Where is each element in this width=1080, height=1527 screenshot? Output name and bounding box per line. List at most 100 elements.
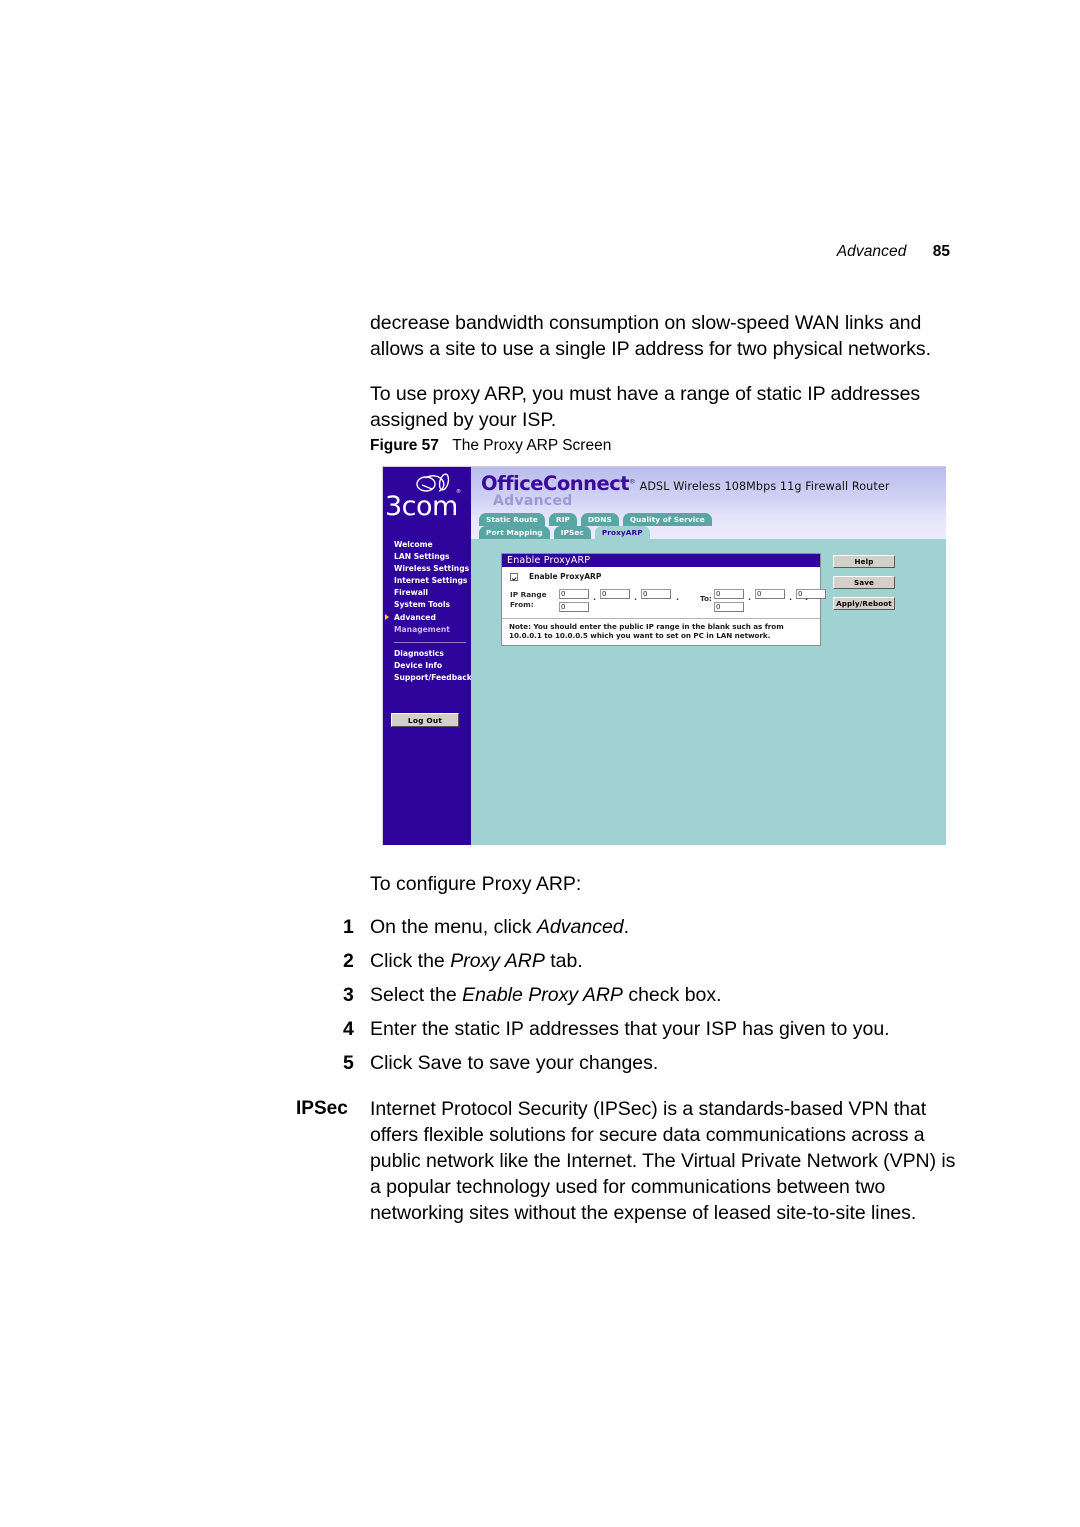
- step-number: 4: [343, 1018, 354, 1040]
- ip-to-octet-3[interactable]: 0: [796, 589, 826, 599]
- tab-quality-of-service[interactable]: Quality of Service: [622, 513, 712, 526]
- sidebar-item-internet-settings[interactable]: Internet Settings: [390, 575, 470, 587]
- tab-proxyarp[interactable]: ProxyARP: [594, 526, 650, 539]
- sidebar-item-label: Internet Settings: [394, 576, 468, 586]
- ip-from-octet-4[interactable]: 0: [559, 602, 589, 612]
- sidebar-item-firewall[interactable]: Firewall: [390, 587, 470, 599]
- enable-proxyarp-panel: Enable ProxyARP Enable ProxyARP IP Range…: [501, 553, 826, 646]
- tab-rip[interactable]: RIP: [549, 513, 577, 526]
- ip-from-octet-1[interactable]: 0: [559, 589, 589, 599]
- sidebar-item-label: Support/Feedback: [394, 672, 472, 682]
- sidebar-item-label: Advanced: [394, 612, 436, 622]
- paragraph-1: decrease bandwidth consumption on slow-s…: [370, 312, 931, 360]
- ip-range-from-label: IP Range From:: [510, 590, 547, 609]
- enable-proxyarp-checkbox[interactable]: [510, 572, 518, 581]
- selected-arrow-icon: [385, 614, 389, 621]
- product-name: OfficeConnect: [481, 472, 630, 495]
- ip-from-octet-2[interactable]: 0: [600, 589, 630, 599]
- tab-ddns[interactable]: DDNS: [580, 513, 619, 526]
- ip-to-octet-4[interactable]: 0: [714, 602, 744, 612]
- router-content-area: Enable ProxyARP Enable ProxyARP IP Range…: [471, 539, 946, 845]
- tab-row-2: Port Mapping IPSec ProxyARP: [479, 526, 919, 539]
- running-head-chapter: Advanced: [836, 243, 907, 260]
- sidebar-item-system-tools[interactable]: System Tools: [390, 599, 470, 611]
- tab-ipsec[interactable]: IPSec: [553, 526, 591, 539]
- sidebar-item-management[interactable]: Management: [390, 624, 470, 636]
- tab-port-mapping[interactable]: Port Mapping: [479, 526, 550, 539]
- sidebar-item-label: Welcome: [394, 540, 433, 549]
- enable-proxyarp-row[interactable]: Enable ProxyARP: [502, 570, 820, 583]
- trademark-mark: ®: [629, 477, 636, 486]
- step-text: Select the Enable Proxy ARP check box.: [370, 984, 722, 1006]
- ipsec-definition-block: IPSec Internet Protocol Security (IPSec)…: [296, 1096, 966, 1226]
- ipsec-term: IPSec: [296, 1098, 348, 1119]
- sidebar-item-label: Device Info: [394, 660, 443, 670]
- list-item: 1 On the menu, click Advanced.: [343, 915, 963, 939]
- sidebar-item-advanced[interactable]: Advanced: [385, 612, 470, 624]
- sidebar-item-diagnostics[interactable]: Diagnostics: [390, 648, 470, 660]
- router-nav-list: Welcome LAN Settings Wireless Settings I…: [385, 539, 472, 684]
- sidebar-item-label: Wireless Settings: [394, 564, 470, 574]
- list-item: 2 Click the Proxy ARP tab.: [343, 949, 963, 973]
- sidebar-item-label: Management: [394, 624, 450, 634]
- apply-reboot-button[interactable]: Apply/Reboot: [833, 597, 895, 610]
- step-text: Click Save to save your changes.: [370, 1052, 659, 1074]
- paragraph-2: To use proxy ARP, you must have a range …: [370, 383, 921, 431]
- sidebar-item-support-feedback[interactable]: Support/Feedback: [390, 672, 472, 684]
- router-sidebar: ® 3com Welcome LAN Settings Wireless Set…: [383, 467, 472, 845]
- ipsec-description: Internet Protocol Security (IPSec) is a …: [370, 1098, 956, 1224]
- sidebar-divider: [394, 641, 466, 643]
- tab-row-1: Static Route RIP DDNS Quality of Service: [479, 513, 919, 526]
- step-number: 2: [343, 950, 354, 972]
- sidebar-item-device-info[interactable]: Device Info: [390, 660, 470, 672]
- panel-body: Enable ProxyARP IP Range From: 0 . 0 . 0 …: [502, 567, 826, 645]
- figure-caption: Figure 57 The Proxy ARP Screen: [370, 437, 611, 455]
- body-text-column: decrease bandwidth consumption on slow-s…: [370, 310, 970, 452]
- sidebar-item-label: Diagnostics: [394, 648, 444, 658]
- logo-wordmark: 3com: [385, 491, 458, 522]
- instructions-intro: To configure Proxy ARP:: [370, 873, 582, 895]
- ip-from-dot-1: .: [593, 593, 597, 602]
- step-number: 3: [343, 984, 354, 1006]
- section-heading: Advanced: [493, 493, 573, 509]
- log-out-button[interactable]: Log Out: [391, 713, 459, 727]
- tab-bar: Static Route RIP DDNS Quality of Service…: [479, 513, 919, 539]
- ip-from-dot-2: .: [634, 593, 638, 602]
- router-screenshot: ® 3com Welcome LAN Settings Wireless Set…: [382, 466, 946, 845]
- action-button-stack: Help Save Apply/Reboot: [833, 555, 895, 618]
- brand-logo: ® 3com: [383, 467, 471, 537]
- ip-from-octet-3[interactable]: 0: [641, 589, 671, 599]
- router-header-band: OfficeConnect® ADSL Wireless 108Mbps 11g …: [471, 467, 946, 539]
- instruction-list: 1 On the menu, click Advanced. 2 Click t…: [343, 915, 963, 1085]
- sidebar-item-label: LAN Settings: [394, 552, 450, 562]
- ip-range-to-label: To:: [700, 594, 712, 603]
- step-number: 1: [343, 916, 354, 938]
- ip-to-dot-3: .: [805, 593, 809, 602]
- sidebar-item-label: Firewall: [394, 588, 429, 598]
- ip-from-dot-3: .: [676, 593, 680, 602]
- figure-title: The Proxy ARP Screen: [452, 437, 612, 454]
- list-item: 3 Select the Enable Proxy ARP check box.: [343, 983, 963, 1007]
- step-text: Enter the static IP addresses that your …: [370, 1018, 890, 1040]
- sidebar-item-wireless-settings[interactable]: Wireless Settings: [390, 563, 470, 575]
- list-item: 5 Click Save to save your changes.: [343, 1051, 963, 1075]
- router-main-pane: OfficeConnect® ADSL Wireless 108Mbps 11g …: [471, 467, 946, 845]
- save-button[interactable]: Save: [833, 576, 895, 589]
- product-model: ADSL Wireless 108Mbps 11g Firewall Route…: [639, 480, 890, 493]
- ip-range-note: Note: You should enter the public IP ran…: [502, 618, 820, 645]
- page-number: 85: [932, 243, 950, 260]
- sidebar-item-lan-settings[interactable]: LAN Settings: [390, 551, 470, 563]
- help-button[interactable]: Help: [833, 555, 895, 568]
- ip-to-octet-2[interactable]: 0: [755, 589, 785, 599]
- ip-to-octet-1[interactable]: 0: [714, 589, 744, 599]
- product-brand: OfficeConnect® ADSL Wireless 108Mbps 11g …: [481, 472, 890, 495]
- enable-proxyarp-label: Enable ProxyARP: [529, 572, 602, 581]
- step-text: On the menu, click Advanced.: [370, 916, 630, 938]
- sidebar-item-label: System Tools: [394, 600, 451, 610]
- ip-range-row: IP Range From: 0 . 0 . 0 . 0 To: 0 . 0 . …: [502, 589, 826, 616]
- step-number: 5: [343, 1052, 354, 1074]
- list-item: 4 Enter the static IP addresses that you…: [343, 1017, 963, 1041]
- tab-static-route[interactable]: Static Route: [479, 513, 545, 526]
- ip-to-dot-2: .: [789, 593, 793, 602]
- sidebar-item-welcome[interactable]: Welcome: [390, 539, 470, 551]
